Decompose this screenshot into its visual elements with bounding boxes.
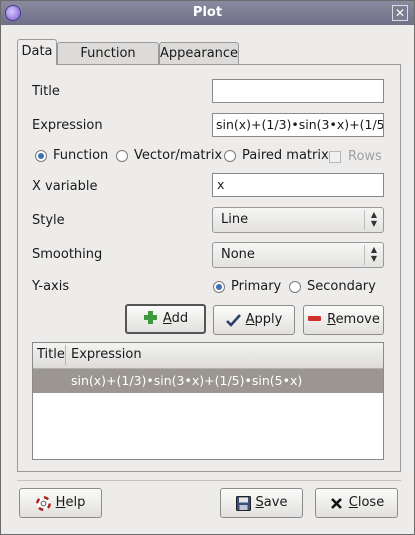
title-label: Title [32,84,60,99]
radio-unselected-icon [224,150,236,162]
column-header-title[interactable]: Title [37,347,65,362]
radio-selected-icon [213,281,225,293]
smoothing-select[interactable]: None ▲ ▼ [212,242,384,268]
expression-input[interactable]: sin(x)+(1/3)•sin(3•x)+(1/5)•sin(5•x) [212,113,384,137]
floppy-disk-icon [235,494,251,511]
style-label: Style [32,213,65,228]
remove-label: emove [335,312,380,327]
remove-mnemonic: R [327,312,336,327]
plot-dialog: Plot ✕ Data Function Range Appearance Ti… [0,0,415,535]
paired-matrix-radio-label: Paired matrix [242,148,329,163]
add-mnemonic: A [162,311,172,326]
save-button[interactable]: Save [220,488,303,518]
separator [17,480,401,481]
tab-data[interactable]: Data [17,39,57,65]
save-label: ave [263,495,288,510]
tab-function-range[interactable]: Function Range [57,42,159,83]
close-label: lose [357,495,385,510]
smoothing-select-value: None [221,247,255,262]
radio-unselected-icon [116,150,128,162]
window-title: Plot [192,5,223,20]
help-lifebuoy-icon [35,494,51,511]
apply-mnemonic: A [245,312,255,327]
checkbox-icon [329,151,341,163]
close-mnemonic: C [348,495,358,510]
y-axis-label: Y-axis [32,279,70,294]
function-radio-label: Function [53,148,109,163]
smoothing-label: Smoothing [32,247,103,262]
help-button[interactable]: Help [19,488,102,518]
column-divider [65,345,66,365]
plot-list-table[interactable]: Title Expression sin(x)+(1/3)•sin(3•x)+(… [32,342,384,460]
tab-appearance[interactable]: Appearance [159,42,239,64]
up-down-arrows-icon: ▲ ▼ [364,210,383,230]
x-variable-input[interactable]: x [212,173,384,197]
primary-axis-radio-label: Primary [231,279,282,294]
remove-button[interactable]: Remove [303,305,384,335]
remove-minus-icon [307,311,322,326]
row-expression: sin(x)+(1/3)•sin(3•x)+(1/5)•sin(5•x) [71,373,303,388]
vector-matrix-radio-label: Vector/matrix [134,148,223,163]
help-mnemonic: H [55,495,66,510]
add-plus-icon [143,310,158,325]
save-mnemonic: S [255,495,264,510]
radio-selected-icon [35,150,47,162]
up-down-arrows-icon: ▲ ▼ [364,245,383,265]
close-x-icon [329,494,344,509]
table-row[interactable]: sin(x)+(1/3)•sin(3•x)+(1/5)•sin(5•x) [33,369,383,393]
x-variable-label: X variable [32,179,98,194]
expression-label: Expression [32,118,103,133]
window-close-icon[interactable]: ✕ [392,5,408,21]
radio-unselected-icon [289,281,301,293]
help-label: elp [65,495,86,510]
apply-label: pply [254,312,283,327]
add-label: dd [171,311,189,326]
style-select[interactable]: Line ▲ ▼ [212,207,384,233]
close-button[interactable]: Close [315,488,398,518]
secondary-axis-radio-label: Secondary [307,279,376,294]
checkmark-icon [225,311,241,327]
rows-checkbox-label: Rows [348,149,382,164]
title-bar[interactable]: Plot ✕ [1,1,414,25]
apply-button[interactable]: Apply [213,305,295,335]
add-button[interactable]: Add [125,304,206,334]
title-input[interactable] [212,79,384,103]
column-header-expression[interactable]: Expression [71,347,142,362]
table-header: Title Expression [33,343,383,369]
style-select-value: Line [221,212,249,227]
